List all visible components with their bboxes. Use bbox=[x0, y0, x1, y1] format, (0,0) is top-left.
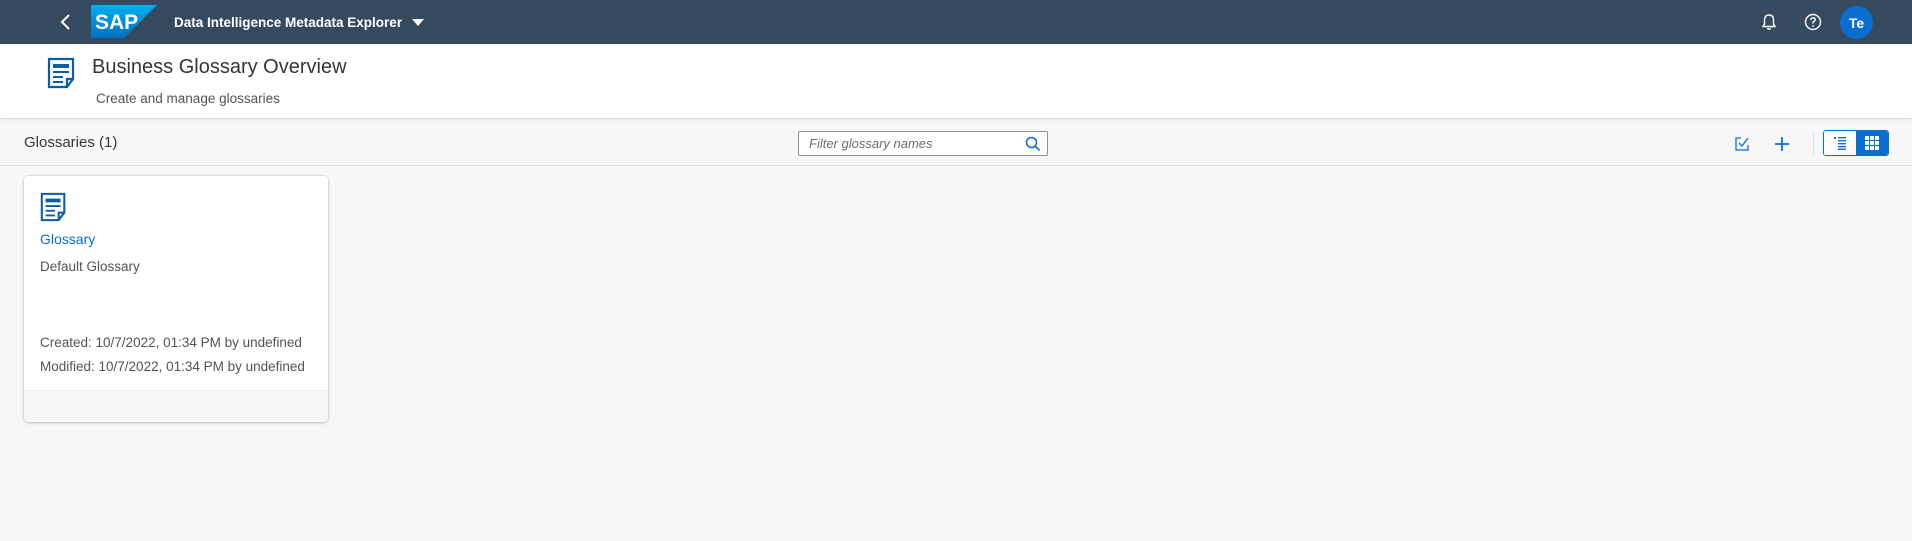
glossary-description: Default Glossary bbox=[40, 259, 140, 274]
import-icon bbox=[1735, 137, 1749, 151]
product-title-menu[interactable]: Data Intelligence Metadata Explorer bbox=[174, 0, 425, 44]
shell-bar: SAP Data Intelligence Metadata Explorer … bbox=[0, 0, 1912, 44]
notifications-button[interactable] bbox=[1757, 10, 1781, 34]
glossaries-toolbar: Glossaries (1) bbox=[0, 120, 1912, 166]
sap-logo-text: SAP bbox=[95, 11, 138, 34]
glossary-created: Created: 10/7/2022, 01:34 PM by undefine… bbox=[40, 335, 302, 350]
list-view-icon bbox=[1833, 137, 1846, 150]
glossary-card[interactable]: Glossary Default Glossary Created: 10/7/… bbox=[24, 176, 328, 422]
help-icon bbox=[1804, 13, 1822, 31]
page-header: Business Glossary Overview Create and ma… bbox=[0, 44, 1912, 119]
glossary-search bbox=[798, 131, 1048, 156]
product-title: Data Intelligence Metadata Explorer bbox=[174, 14, 403, 30]
help-button[interactable] bbox=[1801, 10, 1825, 34]
card-footer bbox=[24, 390, 328, 422]
import-button[interactable] bbox=[1729, 131, 1755, 157]
glossary-search-input[interactable] bbox=[799, 136, 1014, 151]
bell-icon bbox=[1761, 14, 1777, 30]
grid-view-button[interactable] bbox=[1855, 131, 1888, 155]
sap-logo: SAP bbox=[91, 5, 157, 38]
list-view-button[interactable] bbox=[1824, 131, 1856, 155]
back-icon bbox=[60, 14, 70, 30]
avatar-initials: Te bbox=[1848, 14, 1865, 31]
caret-down-icon bbox=[412, 18, 425, 26]
view-toggle bbox=[1823, 130, 1889, 156]
add-icon bbox=[1775, 137, 1789, 151]
document-icon bbox=[40, 192, 66, 222]
glossary-title-link[interactable]: Glossary bbox=[40, 231, 95, 247]
toolbar-divider bbox=[1813, 133, 1814, 155]
document-icon bbox=[47, 57, 75, 89]
glossaries-count-title: Glossaries (1) bbox=[24, 134, 118, 151]
page-subtitle: Create and manage glossaries bbox=[96, 91, 280, 106]
user-avatar[interactable]: Te bbox=[1840, 6, 1873, 39]
add-glossary-button[interactable] bbox=[1769, 131, 1795, 157]
page-title: Business Glossary Overview bbox=[92, 56, 347, 78]
glossary-modified: Modified: 10/7/2022, 01:34 PM by undefin… bbox=[40, 359, 305, 374]
search-icon[interactable] bbox=[1025, 136, 1041, 152]
grid-view-icon bbox=[1865, 136, 1880, 150]
back-button[interactable] bbox=[52, 8, 80, 36]
